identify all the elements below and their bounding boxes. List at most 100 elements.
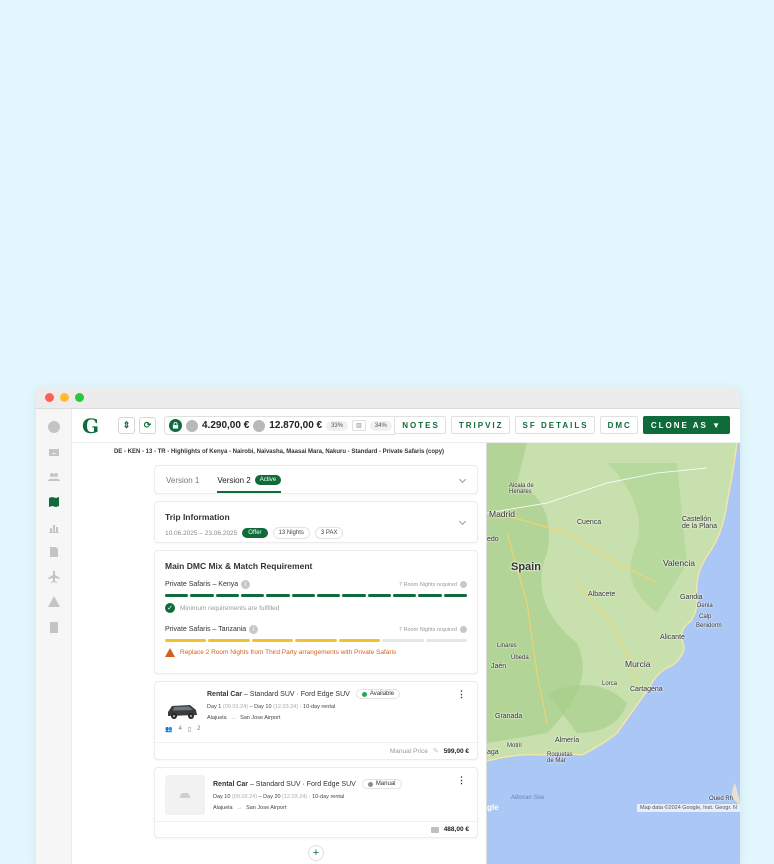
price-gross: 12.870,00 € bbox=[269, 420, 323, 431]
calendar-icon: ▥ bbox=[352, 420, 366, 431]
check-icon: ✓ bbox=[165, 603, 175, 613]
map-label-valencia: Valencia bbox=[663, 558, 695, 568]
map-label-cuenca: Cuenca bbox=[577, 519, 602, 526]
plane-icon[interactable] bbox=[47, 571, 61, 583]
pencil-icon[interactable]: ✎ bbox=[433, 747, 439, 755]
trip-info-title: Trip Information bbox=[165, 512, 230, 522]
info-icon[interactable] bbox=[47, 421, 61, 433]
car-to: San Jose Airport bbox=[240, 715, 281, 721]
car-to: San Jose Airport bbox=[246, 805, 287, 811]
map-label-calp: Calp bbox=[699, 614, 712, 620]
add-service-button[interactable]: + bbox=[308, 845, 324, 861]
requirement-kenya-label: Private Safaris – Kenya bbox=[165, 581, 239, 588]
chevron-down-icon[interactable] bbox=[458, 475, 467, 484]
info-icon[interactable]: i bbox=[249, 625, 259, 634]
map-label-madrid: Madrid bbox=[489, 509, 515, 519]
lock-icon[interactable] bbox=[169, 419, 182, 432]
map-label-albacete: Albacete bbox=[588, 591, 616, 598]
manual-price-label: Manual Price bbox=[389, 747, 428, 755]
progress-segment bbox=[443, 594, 467, 597]
map-label-ubeda: Úbeda bbox=[511, 655, 529, 661]
trip-breadcrumb: DE - KEN - 13 - TR - Highlights of Kenya… bbox=[113, 449, 445, 455]
info-icon[interactable] bbox=[460, 581, 467, 588]
tanzania-progress-bar bbox=[165, 639, 467, 642]
notes-button[interactable]: NOTES bbox=[394, 416, 446, 434]
sync-icon[interactable]: ⟳ bbox=[139, 417, 156, 434]
document-icon[interactable] bbox=[47, 546, 61, 558]
rental-car-card[interactable]: Rental Car – Standard SUV · Ford Edge SU… bbox=[154, 681, 478, 760]
requirement-tanzania-label: Private Safaris – Tanzania bbox=[165, 626, 247, 633]
car-date-end: (12.03.24) bbox=[282, 794, 308, 800]
info-icon[interactable] bbox=[460, 626, 467, 633]
tanzania-status-text[interactable]: Replace 2 Room Nights from Third Party a… bbox=[180, 649, 396, 656]
people-count: 4 bbox=[178, 726, 182, 732]
map-label-cartagena: Cartagena bbox=[630, 686, 663, 693]
progress-segment bbox=[165, 639, 207, 642]
warning-icon[interactable] bbox=[47, 596, 61, 608]
map-panel[interactable]: Alcala de Henares Madrid Cuenca Castelló… bbox=[486, 443, 740, 864]
tab-version-2[interactable]: Version 2 Active bbox=[217, 475, 282, 493]
status-badge-label: Manual bbox=[375, 781, 396, 787]
clipboard-icon[interactable] bbox=[47, 621, 61, 633]
map-label-denia: Denia bbox=[697, 603, 713, 609]
car-dates: Day 1 (09.03.24) – Day 10 (12.03.24) · 1… bbox=[207, 704, 400, 710]
users-icon[interactable] bbox=[47, 471, 61, 483]
car-placeholder-icon bbox=[165, 775, 205, 815]
progress-segment bbox=[251, 639, 294, 642]
progress-segment bbox=[165, 594, 189, 597]
car-date-end: (12.03.24) bbox=[273, 704, 299, 710]
status-badge: Available bbox=[355, 689, 401, 699]
map-attribution[interactable]: Map data ©2024 Google, Inst. Geogr. N bbox=[637, 804, 740, 812]
map-label-jaen: Jaén bbox=[491, 663, 507, 670]
progress-segment bbox=[367, 594, 391, 597]
map-label-murcia: Murcia bbox=[625, 659, 651, 669]
trip-dates: 10.06.2025 – 23.06.2025 bbox=[165, 529, 238, 537]
map-label-gandia: Gandia bbox=[680, 594, 703, 601]
car-model: – Standard SUV · Ford Edge SUV bbox=[243, 690, 350, 698]
car-rental: · 10-day rental bbox=[308, 794, 345, 800]
car-day-start: Day 10 bbox=[213, 794, 231, 800]
maximize-window-button[interactable] bbox=[75, 393, 84, 402]
margin-badge: 33% bbox=[326, 420, 349, 431]
offer-badge: Offer bbox=[242, 528, 268, 538]
chart-icon[interactable] bbox=[47, 521, 61, 533]
progress-segment bbox=[418, 594, 442, 597]
tab-version-1-label: Version 1 bbox=[166, 476, 200, 485]
car-image bbox=[168, 705, 197, 719]
progress-segment bbox=[291, 594, 315, 597]
car-price-row: Manual Price ✎ 599,00 € bbox=[155, 742, 477, 759]
clone-as-button[interactable]: CLONE AS ▼ bbox=[642, 416, 730, 434]
kenya-progress-bar bbox=[165, 594, 467, 597]
requirement-tanzania: Private Safaris – Tanzania i 7 Room Night… bbox=[165, 625, 467, 634]
tanzania-status: Replace 2 Room Nights from Third Party a… bbox=[165, 648, 467, 657]
progress-segment bbox=[382, 639, 424, 642]
top-bar: G ⇕ ⟳ 4.290,00 € 12.870,00 € 33% ▥ 34% N… bbox=[72, 409, 740, 443]
active-badge: Active bbox=[254, 475, 282, 485]
info-icon[interactable]: i bbox=[241, 580, 251, 589]
inbox-icon[interactable] bbox=[47, 446, 61, 458]
arrow-right-icon: → bbox=[230, 715, 237, 721]
requirement-kenya: Private Safaris – Kenya i 7 Room Nights r… bbox=[165, 580, 467, 589]
map-label-linares: Linares bbox=[497, 643, 517, 649]
tab-version-1[interactable]: Version 1 bbox=[166, 476, 199, 493]
close-window-button[interactable] bbox=[45, 393, 54, 402]
arrow-right-icon: → bbox=[236, 805, 243, 811]
dmc-button[interactable]: DMC bbox=[599, 416, 638, 434]
kenya-status-text: Minimum requirements are fulfilled bbox=[180, 604, 280, 612]
price-summary: 4.290,00 € 12.870,00 € 33% ▥ 34% bbox=[164, 416, 397, 435]
rental-car-card[interactable]: Rental Car – Standard SUV · Ford Edge SU… bbox=[154, 767, 478, 838]
trip-info-card[interactable]: Trip Information 10.06.2025 – 23.06.2025… bbox=[154, 501, 478, 543]
map-icon[interactable] bbox=[47, 496, 61, 508]
car-day-end: Day 20 bbox=[263, 794, 281, 800]
sf-details-button[interactable]: SF DETAILS bbox=[514, 416, 595, 434]
more-options-icon[interactable]: ⋮ bbox=[457, 689, 466, 700]
minimize-window-button[interactable] bbox=[60, 393, 69, 402]
main-content: Version 1 Version 2 Active Trip Informat… bbox=[154, 465, 478, 861]
sort-icon[interactable]: ⇕ bbox=[118, 417, 135, 434]
car-price-row: 488,00 € bbox=[155, 821, 477, 837]
tripviz-button[interactable]: TRIPVIZ bbox=[450, 416, 510, 434]
requirement-tanzania-nights: 7 Room Nights required bbox=[398, 626, 457, 633]
map-label-spain: Spain bbox=[511, 561, 541, 573]
map-label-alboran: Alboran Sea bbox=[511, 795, 545, 801]
more-options-icon[interactable]: ⋮ bbox=[457, 775, 466, 786]
